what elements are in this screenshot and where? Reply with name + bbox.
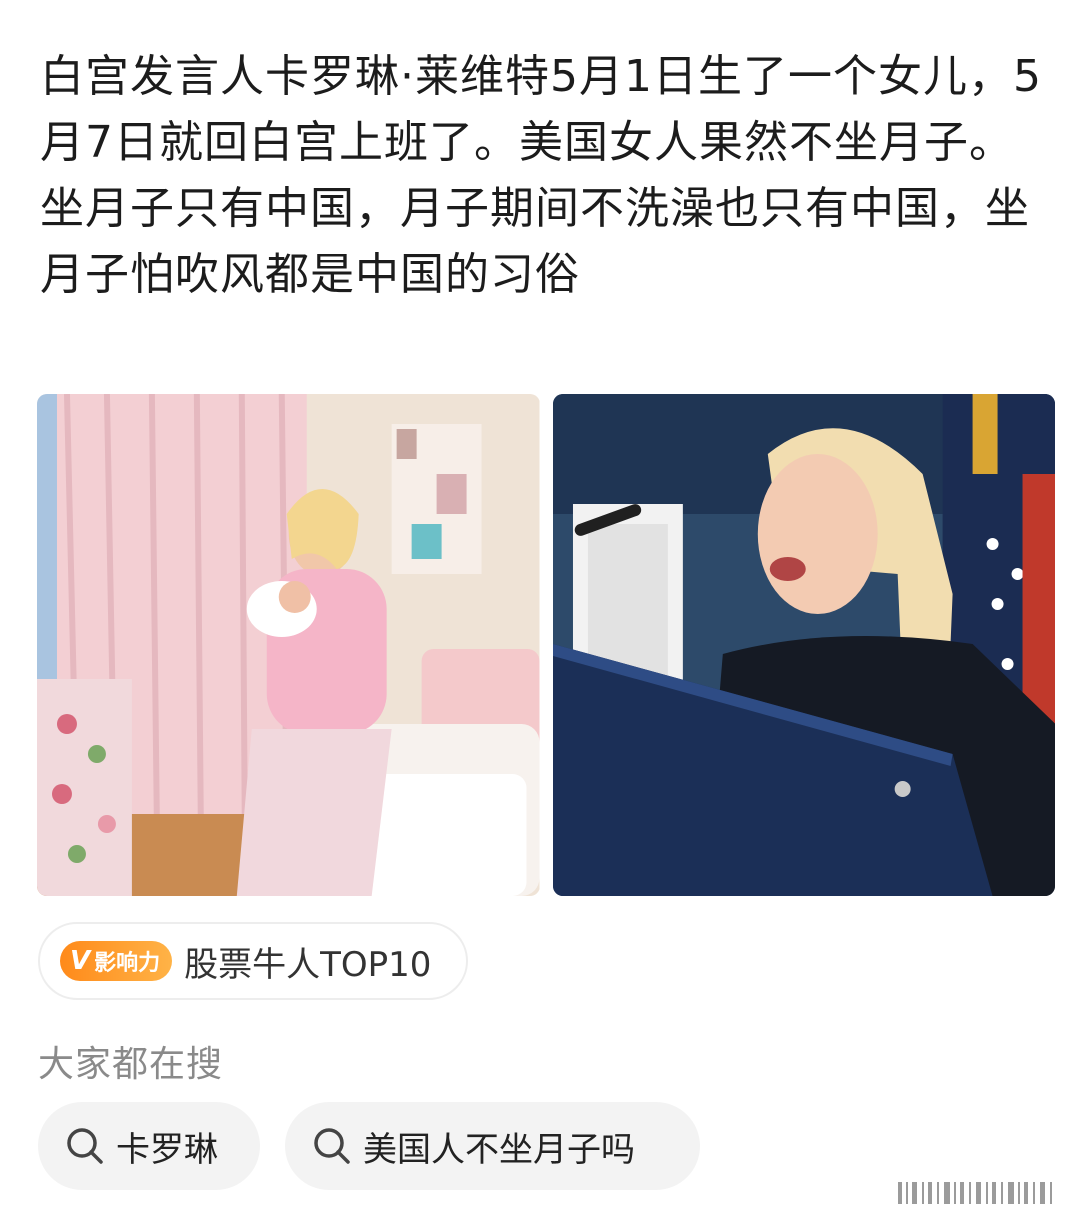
search-chip-carolyn[interactable]: 卡罗琳 [38,1102,260,1190]
search-chip-label: 卡罗琳 [116,1129,218,1170]
post-paragraph-1: 白宫发言人卡罗琳·莱维特5月1日生了一个女儿，5月7日就回白宫上班了。美国女人果… [40,51,1042,168]
press-briefing-photo[interactable] [552,394,1055,896]
nursery-photo[interactable] [37,394,540,896]
v-badge-letter: V [70,946,91,976]
post-paragraph-2: 坐月子只有中国，月子期间不洗澡也只有中国，坐月子怕吹风都是中国的习俗 [40,183,1030,300]
post-image-grid [37,394,1055,896]
post-text: 白宫发言人卡罗琳·莱维特5月1日生了一个女儿，5月7日就回白宫上班了。美国女人果… [40,44,1055,308]
search-chip-americans-confinement[interactable]: 美国人不坐月子吗 [285,1102,700,1190]
search-icon [67,1128,103,1164]
topic-label: 股票牛人TOP10 [184,944,432,985]
nursery-photo-graphic [37,394,540,896]
search-chip-label: 美国人不坐月子吗 [363,1129,635,1170]
press-briefing-photo-graphic [552,394,1055,896]
influence-badge-text: 影响力 [94,951,161,976]
influence-badge: V 影响力 [60,941,173,981]
topic-chip[interactable]: V 影响力 股票牛人TOP10 [38,922,468,1000]
watermark-barcode [892,1180,1062,1206]
trending-search-heading: 大家都在搜 [38,1044,224,1085]
search-icon [314,1128,350,1164]
